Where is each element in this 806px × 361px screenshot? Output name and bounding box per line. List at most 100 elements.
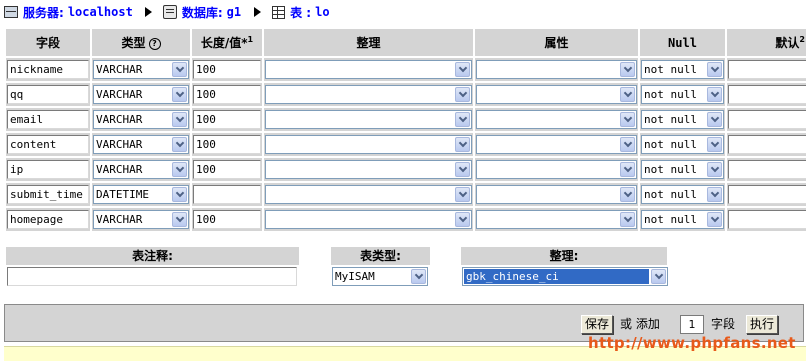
table-comment-input[interactable] [7,267,297,286]
chevron-down-icon [455,87,470,102]
field-type-select[interactable]: VARCHAR [93,210,189,229]
field-collation-select[interactable] [265,160,472,179]
add-count-input[interactable]: 1 [680,315,704,334]
field-attributes-select[interactable] [476,60,637,79]
field-null-select[interactable]: not null [641,110,724,129]
field-null-select[interactable]: not null [641,135,724,154]
server-name[interactable]: localhost [68,5,133,19]
chevron-down-icon [707,112,722,127]
col-header-length: 长度/值*1 [192,29,262,56]
table-name[interactable]: lo [315,5,329,19]
col-header-null: Null [640,29,725,56]
chevron-down-icon [172,62,187,77]
table-collation-label: 整理: [461,247,667,265]
field-default-input[interactable] [728,210,806,229]
field-length-input[interactable]: 100 [193,160,261,179]
field-attributes-select[interactable] [476,110,637,129]
table-comment-label: 表注释: [6,247,299,265]
field-attributes-select[interactable] [476,160,637,179]
server-link[interactable]: 服务器: [23,4,64,21]
chevron-down-icon [707,212,722,227]
table-engine-select[interactable]: MyISAM [332,267,428,286]
arrow-right-icon [250,5,264,19]
field-length-input[interactable]: 100 [193,85,261,104]
save-button[interactable]: 保存 [581,315,614,334]
chevron-down-icon [455,137,470,152]
field-collation-select[interactable] [265,135,472,154]
chevron-down-icon [707,87,722,102]
col-header-field: 字段 [6,29,90,56]
field-name-input[interactable]: homepage [7,210,89,229]
field-row: qq VARCHAR 100 not null [6,83,806,106]
server-icon [4,5,18,19]
field-attributes-select[interactable] [476,210,637,229]
col-header-type: 类型? [92,29,190,56]
chevron-down-icon [620,137,635,152]
field-default-input[interactable] [728,160,806,179]
field-null-select[interactable]: not null [641,160,724,179]
field-collation-select[interactable] [265,210,472,229]
field-default-input[interactable] [728,60,806,79]
chevron-down-icon [172,112,187,127]
table-collation-select[interactable]: gbk_chinese_ci [462,267,668,286]
chevron-down-icon [172,87,187,102]
field-type-select[interactable]: VARCHAR [93,110,189,129]
field-row: content VARCHAR 100 not null [6,133,806,156]
field-name-input[interactable]: ip [7,160,89,179]
field-attributes-select[interactable] [476,85,637,104]
field-null-select[interactable]: not null [641,85,724,104]
chevron-down-icon [620,162,635,177]
field-default-input[interactable] [728,110,806,129]
chevron-down-icon [455,112,470,127]
field-row: submit_time DATETIME not null [6,183,806,206]
chevron-down-icon [172,137,187,152]
chevron-down-icon [455,62,470,77]
field-length-input[interactable]: 100 [193,110,261,129]
field-name-input[interactable]: content [7,135,89,154]
table-icon [271,5,285,19]
fields-text: 字段 [711,317,736,331]
chevron-down-icon [620,87,635,102]
help-icon[interactable]: ? [148,37,161,50]
chevron-down-icon [707,187,722,202]
chevron-down-icon [455,187,470,202]
field-length-input[interactable]: 100 [193,60,261,79]
field-attributes-select[interactable] [476,185,637,204]
table-engine-label: 表类型: [331,247,430,265]
field-null-select[interactable]: not null [641,60,724,79]
field-length-input[interactable] [193,185,261,204]
field-length-input[interactable]: 100 [193,135,261,154]
field-attributes-select[interactable] [476,135,637,154]
field-collation-select[interactable] [265,185,472,204]
field-collation-select[interactable] [265,60,472,79]
go-button[interactable]: 执行 [746,315,779,334]
field-default-input[interactable] [728,185,806,204]
field-row: email VARCHAR 100 not null [6,108,806,131]
chevron-down-icon [620,62,635,77]
field-type-select[interactable]: VARCHAR [93,60,189,79]
chevron-down-icon [455,212,470,227]
field-null-select[interactable]: not null [641,185,724,204]
field-collation-select[interactable] [265,85,472,104]
field-name-input[interactable]: qq [7,85,89,104]
field-default-input[interactable] [728,85,806,104]
field-collation-select[interactable] [265,110,472,129]
field-type-select[interactable]: DATETIME [93,185,189,204]
database-name[interactable]: g1 [227,5,241,19]
chevron-down-icon [411,269,426,284]
field-type-select[interactable]: VARCHAR [93,135,189,154]
field-name-input[interactable]: submit_time [7,185,89,204]
col-header-collation: 整理 [264,29,473,56]
field-default-input[interactable] [728,135,806,154]
field-type-select[interactable]: VARCHAR [93,85,189,104]
watermark: http://www.phpfans.net [588,334,796,352]
field-type-select[interactable]: VARCHAR [93,160,189,179]
field-length-input[interactable]: 100 [193,210,261,229]
table-link[interactable]: 表 : [290,4,311,21]
field-name-input[interactable]: email [7,110,89,129]
field-name-input[interactable]: nickname [7,60,89,79]
field-null-select[interactable]: not null [641,210,724,229]
field-row: nickname VARCHAR 100 not null [6,58,806,81]
database-link[interactable]: 数据库: [182,4,223,21]
chevron-down-icon [620,187,635,202]
